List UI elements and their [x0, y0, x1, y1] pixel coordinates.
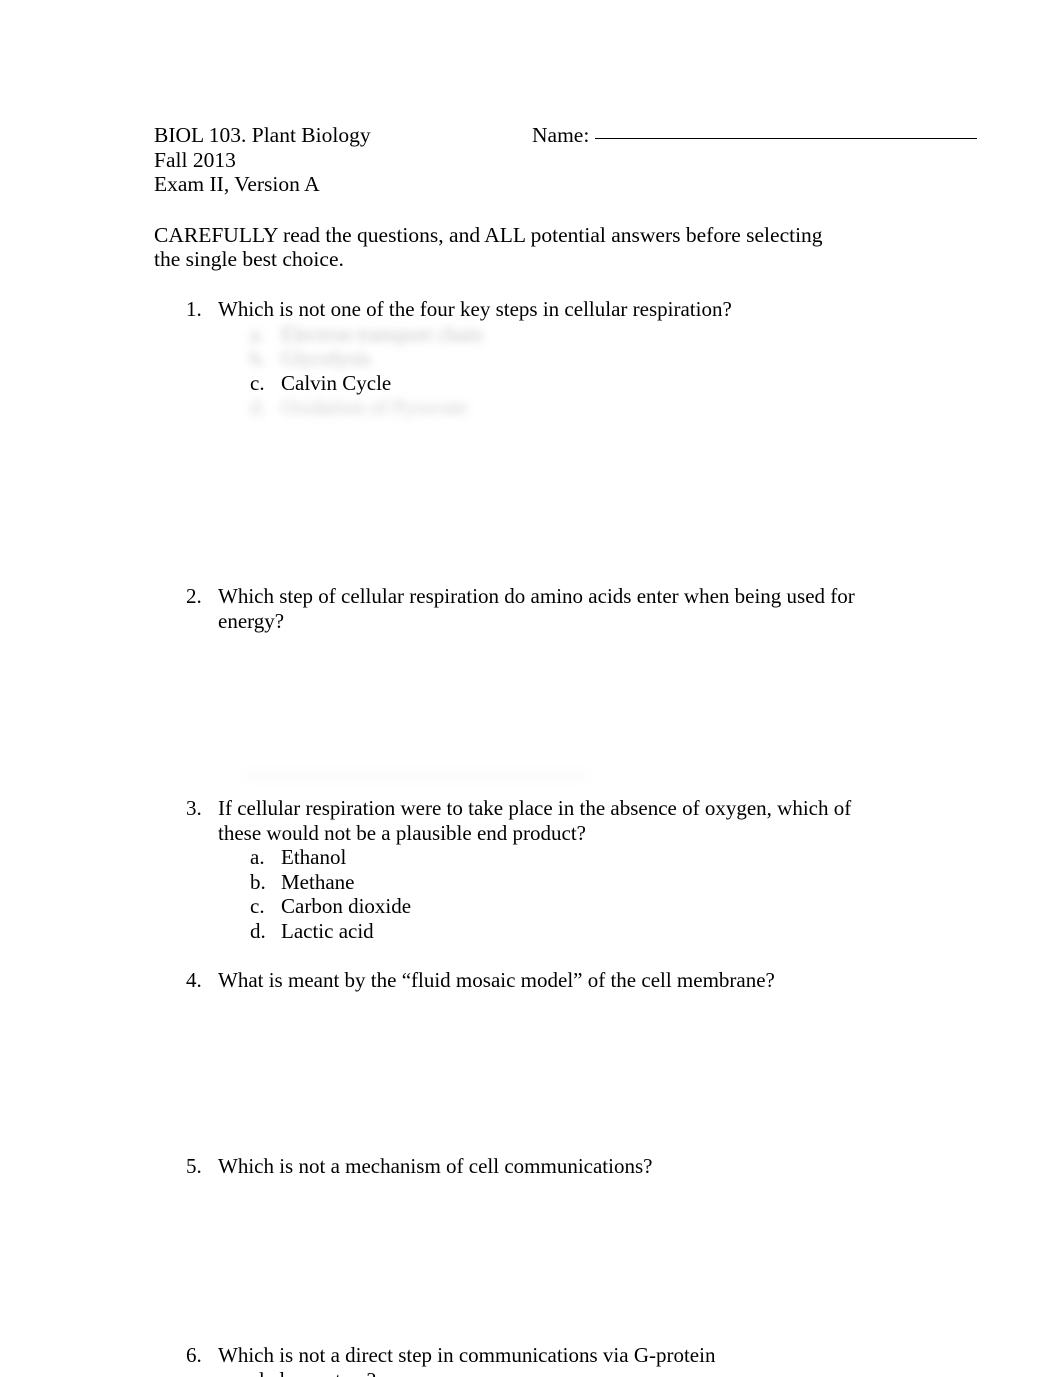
course-title: BIOL 103. Plant Biology [154, 123, 371, 147]
question-5-prompt: 5. Which is not a mechanism of cell comm… [186, 1154, 876, 1179]
option-3a-letter: a. [250, 845, 265, 869]
option-1b[interactable]: b. Glycolysis [250, 346, 876, 371]
option-1d-letter: d. [250, 395, 266, 419]
question-6: 6. Which is not a direct step in communi… [186, 1343, 786, 1377]
option-3c-text: Carbon dioxide [281, 894, 412, 918]
redacted-smudge-artifact: ————————————————— [246, 766, 586, 782]
name-field-group: Name: [532, 123, 978, 148]
document-header: BIOL 103. Plant Biology Name: Fall 2013 … [154, 123, 984, 197]
option-1a-letter: a. [250, 321, 265, 346]
option-1b-letter: b. [250, 346, 266, 370]
question-1-options: a. Electron transport chain b. Glycolysi… [186, 322, 876, 420]
instructions-paragraph: CAREFULLY read the questions, and ALL po… [154, 223, 823, 271]
question-6-number: 6. [186, 1343, 202, 1367]
name-label: Name: [532, 123, 590, 147]
question-2-number: 2. [186, 584, 202, 608]
question-3-prompt: 3. If cellular respiration were to take … [186, 796, 876, 845]
option-3d-letter: d. [250, 918, 266, 943]
option-1d[interactable]: d. Oxidation of Pyruvate [250, 395, 876, 420]
exam-version-line: Exam II, Version A [154, 172, 320, 196]
question-1: 1. Which is not one of the four key step… [186, 297, 876, 420]
option-3d-text: Lactic acid [281, 918, 374, 943]
question-4-text: What is meant by the “fluid mosaic model… [218, 968, 775, 992]
option-1a-text: Electron transport chain [281, 321, 483, 346]
option-3c-letter: c. [250, 894, 265, 918]
exam-page: BIOL 103. Plant Biology Name: Fall 2013 … [0, 0, 1062, 1377]
question-1-text: Which is not one of the four key steps i… [218, 297, 732, 321]
question-2: 2. Which step of cellular respiration do… [186, 584, 876, 633]
option-3a-text: Ethanol [281, 845, 347, 869]
option-3a[interactable]: a. Ethanol [250, 845, 876, 870]
option-1c-text: Calvin Cycle [281, 370, 392, 395]
option-3b-text: Methane [281, 869, 355, 894]
question-2-prompt: 2. Which step of cellular respiration do… [186, 584, 876, 633]
option-1c-letter: c. [250, 370, 265, 395]
question-5: 5. Which is not a mechanism of cell comm… [186, 1154, 876, 1179]
option-1b-text: Glycolysis [281, 346, 371, 370]
question-3: 3. If cellular respiration were to take … [186, 796, 876, 943]
option-3b-letter: b. [250, 869, 266, 894]
option-1c[interactable]: c. Calvin Cycle [250, 371, 876, 396]
question-4-prompt: 4. What is meant by the “fluid mosaic mo… [186, 968, 876, 993]
option-1a[interactable]: a. Electron transport chain [250, 322, 876, 347]
question-3-number: 3. [186, 796, 202, 820]
question-3-text: If cellular respiration were to take pla… [218, 796, 852, 845]
question-3-options: a. Ethanol b. Methane c. Carbon dioxide … [186, 845, 876, 943]
question-4-number: 4. [186, 968, 202, 992]
question-4: 4. What is meant by the “fluid mosaic mo… [186, 968, 876, 993]
header-line-course: BIOL 103. Plant Biology Name: [154, 123, 984, 148]
question-5-number: 5. [186, 1154, 202, 1178]
option-1d-text: Oxidation of Pyruvate [281, 395, 468, 419]
option-3d[interactable]: d. Lactic acid [250, 919, 876, 944]
option-3c[interactable]: c. Carbon dioxide [250, 894, 876, 919]
name-write-in-line[interactable] [595, 138, 978, 139]
option-3b[interactable]: b. Methane [250, 870, 876, 895]
question-2-text: Which step of cellular respiration do am… [218, 584, 855, 633]
question-1-prompt: 1. Which is not one of the four key step… [186, 297, 876, 322]
term-line: Fall 2013 [154, 147, 236, 172]
question-6-prompt: 6. Which is not a direct step in communi… [186, 1343, 786, 1377]
question-5-text: Which is not a mechanism of cell communi… [218, 1154, 653, 1178]
question-6-text: Which is not a direct step in communicat… [218, 1343, 716, 1377]
question-1-number: 1. [186, 297, 202, 321]
